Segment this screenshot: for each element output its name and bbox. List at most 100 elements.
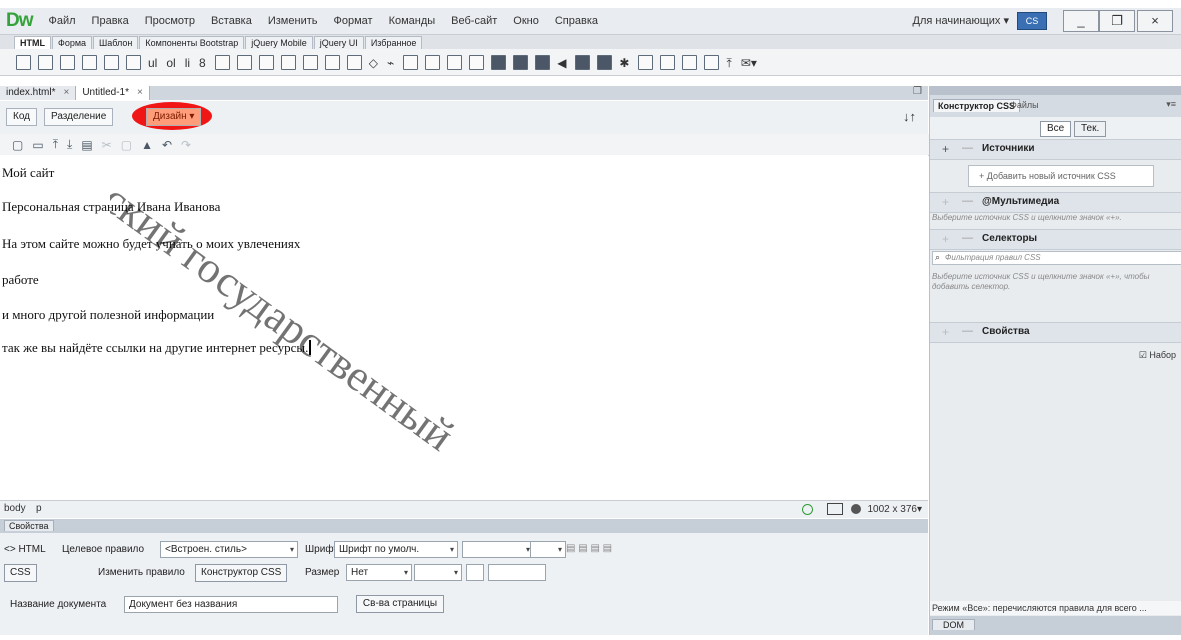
table-icon[interactable] [104,54,119,70]
target-rule-select[interactable]: <Встроен. стиль> ▾ [160,541,298,558]
color-swatch[interactable] [466,564,484,581]
script-icon[interactable] [447,54,463,70]
plus-icon[interactable]: + [942,325,949,339]
media-icon[interactable] [491,54,507,70]
canvas-paragraph[interactable]: работе [2,272,39,288]
paragraph-icon[interactable] [60,54,75,70]
canvas-icon[interactable] [513,54,529,70]
restore-icon[interactable]: ❐ [913,86,922,97]
add-css-source-button[interactable]: + Добавить новый источник CSS [968,165,1154,187]
save-icon[interactable]: ▤ [81,138,92,152]
doc-tab-untitled[interactable]: Untitled-1* × [76,86,150,100]
canvas-paragraph[interactable]: На этом сайте можно будет учнать о моих … [2,236,300,252]
plus-icon[interactable]: + [942,195,949,209]
align-buttons[interactable]: ▤ ▤ ▤ ▤ [566,543,612,554]
all-mode-button[interactable]: Все [1040,121,1072,137]
minus-icon[interactable]: — [962,142,973,154]
media-section[interactable]: + — @Мультимедиа [930,192,1181,213]
comment-icon[interactable] [425,54,441,70]
design-canvas[interactable]: Мой сайт Персональная страница Ивана Ива… [0,155,928,500]
video-icon[interactable] [575,54,591,70]
properties-section[interactable]: + — Свойства [930,322,1181,343]
size-select[interactable]: Нет ▾ [346,564,412,581]
embed-icon[interactable] [469,54,485,70]
div-icon[interactable] [16,54,31,70]
tab-files[interactable]: Файлы [1006,99,1043,111]
upload-icon[interactable]: ⤒ [53,137,58,152]
menu-view[interactable]: Просмотр [137,15,203,27]
insert-tab-form[interactable]: Форма [52,36,93,49]
close-icon[interactable]: × [137,87,143,98]
tab-dom[interactable]: DOM [932,619,975,630]
li-icon[interactable]: li [185,56,190,70]
css-rule-filter[interactable]: ⌕ Фильтрация правил CSS [932,251,1181,265]
open-folder-icon[interactable]: ▭ [32,138,43,152]
insert-tab-html[interactable]: HTML [14,36,51,49]
tag-selector-p[interactable]: p [36,503,42,514]
canvas-paragraph[interactable]: Мой сайт [2,165,54,181]
widget-icon[interactable] [597,54,613,70]
menu-format[interactable]: Формат [325,15,380,27]
design-view-button[interactable]: Дизайн ▾ [146,108,202,126]
size-unit-select[interactable]: ▾ [414,564,462,581]
ul-icon[interactable]: ul [148,56,157,70]
menu-commands[interactable]: Команды [381,15,444,27]
audio-icon[interactable] [535,54,551,70]
minus-icon[interactable]: — [962,195,973,207]
heading-icon[interactable] [82,54,97,70]
redo-icon[interactable]: ↷ [181,138,191,152]
split-view-button[interactable]: Разделение [44,108,114,126]
window-size[interactable]: 1002 x 376 [867,504,917,515]
doc-tab-index[interactable]: index.html* × [0,86,77,100]
image-icon[interactable] [38,54,53,70]
footer-icon[interactable] [346,54,362,70]
close-button[interactable]: × [1137,10,1173,32]
menu-modify[interactable]: Изменить [260,15,326,27]
figure-icon[interactable] [126,54,141,70]
insert-tab-jquery-ui[interactable]: jQuery UI [313,36,364,49]
creative-cloud-button[interactable]: CS [1017,12,1047,30]
animation-icon[interactable]: ✱ [619,56,629,70]
hr-icon[interactable] [682,54,698,70]
globe-icon[interactable] [851,504,862,514]
code-view-button[interactable]: Код [6,108,38,126]
css-designer-button[interactable]: Конструктор CSS [195,564,288,582]
workspace-switcher[interactable]: Для начинающих ▾ [913,14,1009,27]
doc-title-input[interactable]: Документ без названия [124,596,338,613]
download-icon[interactable]: ⤓ [67,137,72,152]
copy-icon[interactable]: ▢ [121,138,132,152]
character-icon[interactable]: ✉▾ [741,56,757,70]
panel-grip[interactable] [930,86,1181,95]
date-icon[interactable] [704,54,720,70]
close-icon[interactable]: × [63,87,69,98]
header-icon[interactable] [214,54,230,70]
css-mode-button[interactable]: CSS [4,564,37,582]
canvas-paragraph[interactable]: Персональная страница Ивана Иванова [2,199,220,215]
link-icon[interactable]: ◇ [369,56,378,70]
flash-icon[interactable] [638,54,654,70]
screen-icon[interactable] [827,503,844,515]
properties-tab[interactable]: Свойства [4,520,54,531]
current-mode-button[interactable]: Тек. [1074,121,1107,137]
insert-tab-template[interactable]: Шаблон [93,36,139,49]
menu-window[interactable]: Окно [505,15,547,27]
insert-tab-bootstrap[interactable]: Компоненты Bootstrap [139,36,245,49]
sort-icon[interactable]: ↓↑ [903,109,916,124]
main-icon[interactable] [258,54,274,70]
insert-tab-jquery-mobile[interactable]: jQuery Mobile [245,36,313,49]
menu-file[interactable]: Файл [41,15,84,27]
undo-icon[interactable]: ↶ [162,138,172,152]
hyperlink-icon[interactable]: 8 [199,56,206,70]
nav-icon[interactable] [236,54,252,70]
edit-rule-link[interactable]: Изменить правило [98,567,185,578]
tag-selector-body[interactable]: body [4,503,26,514]
minimize-button[interactable]: _ [1063,10,1099,32]
email-icon[interactable] [403,54,419,70]
html-mode-button[interactable]: <> HTML [4,544,46,555]
flag-icon[interactable]: ◀ [557,56,566,70]
menu-site[interactable]: Веб-сайт [443,15,505,27]
cut-icon[interactable]: ✂ [102,138,112,152]
font-style-select[interactable]: ▾ [462,541,534,558]
section-icon[interactable] [324,54,340,70]
anchor-icon[interactable]: ⌁ [387,56,394,70]
